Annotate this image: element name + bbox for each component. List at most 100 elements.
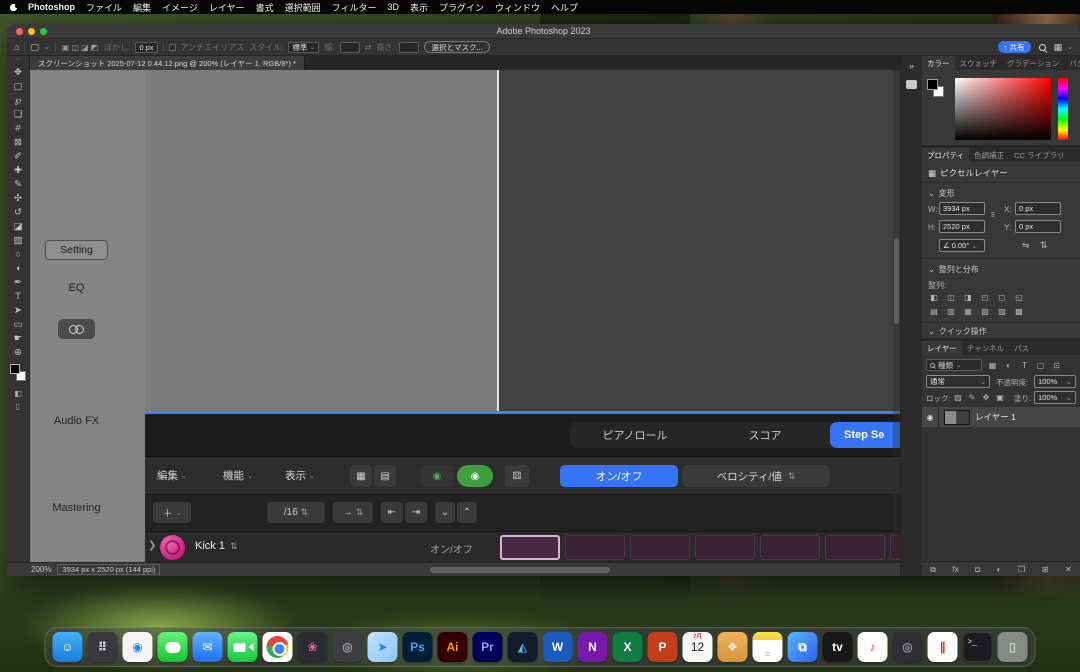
width-input[interactable] — [340, 42, 360, 53]
saturation-brightness-field[interactable] — [955, 78, 1051, 140]
distribute-1-icon[interactable]: ▤ — [927, 305, 941, 317]
menu-item-プラグイン[interactable]: プラグイン — [439, 1, 484, 14]
canvas[interactable]: Setting EQ Audio FX Mastering ピアノロール スコア — [30, 70, 900, 562]
link-layers-icon[interactable]: ⧉ — [930, 562, 936, 577]
quick-mask-icon[interactable]: ◧ — [7, 387, 29, 400]
move-tool[interactable]: ✥ — [7, 65, 29, 79]
align-section-header[interactable]: ⌄ 整列と分布 — [928, 264, 979, 275]
eraser-tool[interactable]: ◪ — [7, 219, 29, 233]
layer-filter-dropdown[interactable]: 種類 ⌄ — [926, 359, 982, 371]
canvas-vertical-scrollbar[interactable] — [893, 70, 900, 562]
align-left-icon[interactable]: ◧ — [927, 291, 941, 303]
object-selection-tool[interactable]: ❏ — [7, 107, 29, 121]
type-tool[interactable]: T — [7, 289, 29, 303]
dock-item-affinity-photo[interactable]: ◭ — [508, 632, 538, 662]
select-and-mask-button[interactable]: 選択とマスク... — [424, 41, 489, 53]
tab-スウォッチ[interactable]: スウォッチ — [955, 56, 1003, 70]
dock-item-trash[interactable]: ▯ — [998, 632, 1028, 662]
home-icon[interactable]: ⌂ — [14, 42, 19, 52]
dock-item-terminal[interactable]: >_ — [963, 632, 993, 662]
distribute-4-icon[interactable]: ▧ — [978, 305, 992, 317]
quick-actions-header[interactable]: ⌄ クイック操作 — [928, 326, 987, 337]
layer-group-icon[interactable]: ❒ — [1018, 562, 1025, 577]
tool-preset-icon[interactable]: ▢ — [30, 42, 39, 53]
path-selection-tool[interactable]: ➤ — [7, 303, 29, 317]
menu-item-フィルター[interactable]: フィルター — [332, 1, 377, 14]
chevron-down-icon[interactable]: ⌄ — [44, 43, 50, 51]
share-button[interactable]: ↑ 共有 — [998, 41, 1031, 53]
flip-horizontal-icon[interactable]: ⇋ — [1022, 240, 1030, 251]
adjustment-layer-icon[interactable]: ◐ — [997, 562, 1002, 577]
workspace-icon[interactable]: ▦ — [1054, 42, 1063, 53]
opacity-value[interactable]: 100% ⌄ — [1034, 375, 1076, 388]
dock-item-word[interactable]: W — [543, 632, 573, 662]
comments-panel-icon[interactable] — [906, 80, 917, 89]
new-layer-icon[interactable]: ⊞ — [1042, 562, 1049, 577]
step-cell-6[interactable] — [825, 535, 885, 560]
dock-item-chrome[interactable] — [263, 632, 293, 662]
dodge-tool[interactable]: ◖ — [7, 261, 29, 275]
menu-item-ウィンドウ[interactable]: ウィンドウ — [495, 1, 540, 14]
dock-item-photos-dark[interactable]: ❀ — [298, 632, 328, 662]
toolbar-grip-icon[interactable]: ⋯ — [7, 56, 29, 65]
lock-all-icon[interactable]: ▣ — [994, 391, 1006, 403]
frame-tool[interactable]: ⊠ — [7, 135, 29, 149]
tab-パターン[interactable]: パターン — [1064, 56, 1080, 70]
tab-色調補正[interactable]: 色調補正 — [969, 148, 1009, 162]
feather-input[interactable]: 0 px — [135, 42, 157, 53]
dock-item-photo-booth[interactable]: ◎ — [333, 632, 363, 662]
layer-effects-icon[interactable]: fx — [953, 562, 959, 577]
dock-item-mail[interactable]: ✉ — [193, 632, 223, 662]
tab-レイヤー[interactable]: レイヤー — [922, 341, 962, 355]
shape-tool[interactable]: ▭ — [7, 317, 29, 331]
dock-item-launchpad[interactable]: ⠿ — [88, 632, 118, 662]
pen-tool[interactable]: ✒ — [7, 275, 29, 289]
dock-item-shortcuts[interactable]: ⧉ — [788, 632, 818, 662]
antialias-checkbox[interactable] — [169, 44, 176, 51]
link-dimensions-icon[interactable]: ∞ — [988, 212, 997, 218]
menu-item-イメージ[interactable]: イメージ — [162, 1, 198, 14]
dock-item-folder-app[interactable]: ❖ — [718, 632, 748, 662]
crop-tool[interactable]: # — [7, 121, 29, 135]
zoom-window-button[interactable] — [40, 28, 47, 35]
distribute-5-icon[interactable]: ▨ — [995, 305, 1009, 317]
flip-vertical-icon[interactable]: ⇅ — [1040, 240, 1048, 251]
distribute-2-icon[interactable]: ▥ — [944, 305, 958, 317]
hue-slider[interactable] — [1058, 78, 1068, 140]
brush-tool[interactable]: ✎ — [7, 177, 29, 191]
vertical-scrollbar-thumb[interactable] — [894, 238, 899, 324]
menu-item-3D[interactable]: 3D — [387, 2, 399, 12]
layer-thumbnail[interactable] — [944, 410, 970, 425]
menu-item-Photoshop[interactable]: Photoshop — [28, 2, 75, 12]
dock-item-powerpoint[interactable]: P — [648, 632, 678, 662]
y-value[interactable]: 0 px — [1015, 220, 1061, 233]
step-cell-3[interactable] — [630, 535, 690, 560]
dock-item-apple-tv[interactable]: tv — [823, 632, 853, 662]
filter-shape-icon[interactable]: ▢ — [1034, 359, 1047, 371]
distribute-6-icon[interactable]: ▩ — [1012, 305, 1026, 317]
distribute-3-icon[interactable]: ▦ — [961, 305, 975, 317]
foreground-color-swatch[interactable] — [927, 79, 938, 90]
layer-mask-icon[interactable]: ◘ — [975, 562, 980, 577]
delete-layer-icon[interactable]: ✕ — [1065, 562, 1072, 577]
search-icon[interactable] — [1039, 44, 1046, 51]
tab-CC ライブラリ[interactable]: CC ライブラリ — [1009, 148, 1069, 162]
filter-type-icon[interactable]: T — [1018, 359, 1031, 371]
step-cell-1[interactable] — [500, 535, 560, 560]
expand-panels-icon[interactable]: » — [909, 61, 914, 71]
width-value[interactable]: 3934 px — [939, 202, 985, 215]
apple-menu-icon[interactable] — [10, 4, 17, 11]
screen-mode-icon[interactable]: ▯ — [7, 400, 29, 413]
filter-smart-object-icon[interactable]: ⊡ — [1050, 359, 1063, 371]
horizontal-scrollbar-thumb[interactable] — [430, 567, 610, 573]
transform-section-header[interactable]: ⌄ 変形 — [928, 188, 955, 199]
style-dropdown[interactable]: 標準 ⌄ — [288, 42, 319, 53]
x-value[interactable]: 0 px — [1015, 202, 1061, 215]
tab-パス[interactable]: パス — [1009, 341, 1034, 355]
clone-stamp-tool[interactable]: ✣ — [7, 191, 29, 205]
window-titlebar[interactable]: Adobe Photoshop 2023 — [7, 24, 1080, 39]
rotation-value[interactable]: ∠ 0.00° ⌄ — [939, 239, 985, 252]
tab-チャンネル[interactable]: チャンネル — [962, 341, 1009, 355]
menu-item-ファイル[interactable]: ファイル — [86, 1, 122, 14]
fill-value[interactable]: 100% ⌄ — [1034, 391, 1076, 404]
